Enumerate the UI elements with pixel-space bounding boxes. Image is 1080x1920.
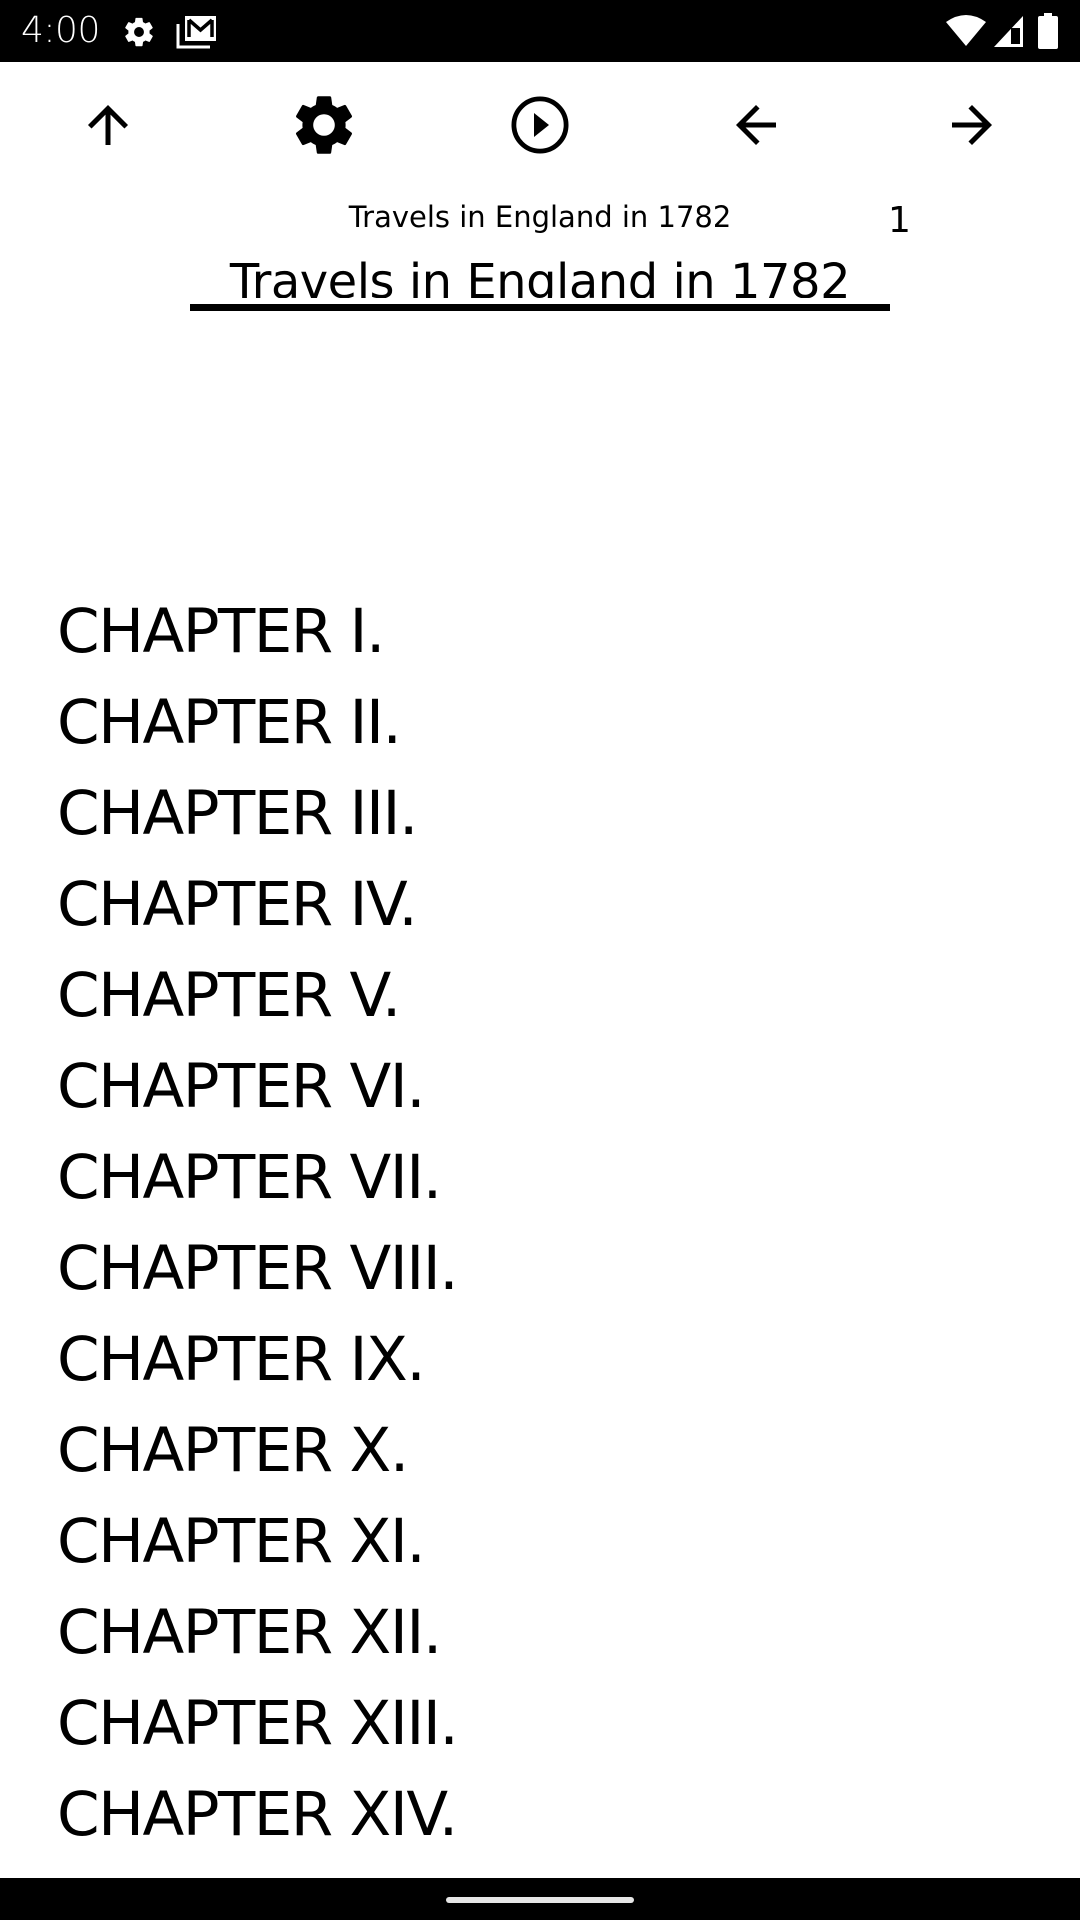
- reader-toolbar: [0, 62, 1080, 192]
- chapter-link[interactable]: CHAPTER I.: [57, 586, 457, 677]
- chapter-link[interactable]: CHAPTER II.: [57, 677, 457, 768]
- previous-button[interactable]: [716, 92, 796, 162]
- cell-signal-icon: [992, 14, 1024, 53]
- play-circle-icon: [504, 89, 576, 166]
- arrow-right-icon: [942, 95, 1002, 160]
- battery-icon: [1037, 13, 1059, 54]
- chapter-link[interactable]: CHAPTER XIV.: [57, 1769, 458, 1860]
- chapter-link[interactable]: CHAPTER V.: [57, 950, 457, 1041]
- title-divider: [190, 304, 890, 311]
- chapter-link[interactable]: CHAPTER XII.: [57, 1587, 457, 1678]
- settings-button[interactable]: [284, 92, 364, 162]
- system-navigation-bar: [0, 1878, 1080, 1920]
- chapter-link[interactable]: CHAPTER X.: [57, 1405, 457, 1496]
- chapter-link[interactable]: CHAPTER IX.: [57, 1314, 457, 1405]
- gmail-icon: [176, 14, 218, 55]
- arrow-left-icon: [726, 95, 786, 160]
- chapter-link[interactable]: CHAPTER IV.: [57, 859, 457, 950]
- chapter-link[interactable]: CHAPTER VI.: [57, 1041, 457, 1132]
- status-time: 4:00: [21, 10, 100, 51]
- play-button[interactable]: [500, 92, 580, 162]
- chapter-link[interactable]: CHAPTER XI.: [57, 1496, 457, 1587]
- home-gesture-handle[interactable]: [446, 1897, 634, 1903]
- document-title: Travels in England in 1782: [229, 254, 851, 298]
- chapter-link[interactable]: CHAPTER XIII.: [57, 1678, 459, 1769]
- up-button[interactable]: [68, 92, 148, 162]
- wifi-icon: [946, 14, 986, 53]
- gear-icon: [288, 89, 360, 166]
- chapter-link[interactable]: CHAPTER III.: [57, 768, 457, 859]
- next-button[interactable]: [932, 92, 1012, 162]
- document-title-container: Travels in England in 1782: [190, 250, 890, 298]
- status-bar: 4:00: [0, 0, 1080, 62]
- chapter-list: CHAPTER I. CHAPTER II. CHAPTER III. CHAP…: [57, 586, 459, 1860]
- chapter-link[interactable]: CHAPTER VIII.: [57, 1223, 459, 1314]
- chapter-link[interactable]: CHAPTER VII.: [57, 1132, 457, 1223]
- book-title-small: Travels in England in 1782: [348, 200, 732, 234]
- gear-icon: [122, 15, 156, 54]
- arrow-up-icon: [78, 95, 138, 160]
- page-number: 1: [888, 200, 911, 241]
